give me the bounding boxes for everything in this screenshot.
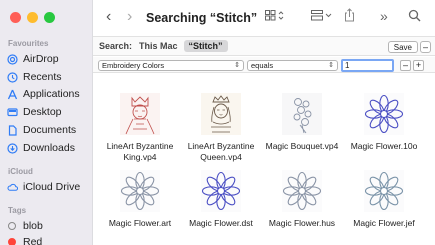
- sidebar-item-label: Recents: [23, 71, 62, 83]
- minimize-button[interactable]: [27, 12, 38, 23]
- toolbar: ‹ › Searching “Stitch” »: [93, 0, 435, 36]
- chevron-right-icon[interactable]: ›: [127, 8, 132, 26]
- download-icon: [7, 142, 18, 154]
- file-name: Magic Flower.10o: [350, 141, 418, 151]
- more-icon[interactable]: »: [380, 8, 388, 24]
- embroidery-queen-icon: [201, 93, 241, 135]
- file-name: Magic Flower.dst: [189, 218, 253, 228]
- embroidery-flower-icon: [364, 170, 404, 212]
- chevron-updown-icon: ⇕: [234, 62, 240, 69]
- sidebar-item-label: iCloud Drive: [23, 181, 81, 193]
- icloud-heading: iCloud: [8, 167, 33, 176]
- file-name: LineArt Byzantine King.vp4: [106, 141, 174, 162]
- embroidery-flower-icon: [364, 93, 404, 135]
- group-icon[interactable]: [311, 10, 333, 24]
- sidebar-tag-blob[interactable]: blob: [7, 218, 43, 234]
- applications-icon: [7, 89, 18, 100]
- file-item[interactable]: Magic Flower.10o: [343, 92, 425, 152]
- file-name: Magic Flower.jef: [353, 218, 415, 228]
- sidebar-item-applications[interactable]: Applications: [7, 86, 80, 102]
- operator-select[interactable]: equals ⇕: [247, 60, 338, 71]
- chevron-updown-icon: ⇕: [328, 62, 334, 69]
- save-button[interactable]: Save: [387, 41, 418, 53]
- file-grid: LineArt Byzantine King.vp4 LineArt Byzan…: [93, 74, 435, 245]
- chevron-left-icon[interactable]: ‹: [106, 8, 111, 26]
- sidebar-item-icloud-drive[interactable]: iCloud Drive: [7, 179, 80, 195]
- file-name: Magic Flower.art: [108, 218, 172, 228]
- window-title: Searching “Stitch”: [146, 11, 258, 25]
- attribute-select[interactable]: Embroidery Colors ⇕: [98, 60, 244, 71]
- cloud-icon: [7, 182, 18, 193]
- desktop-icon: [7, 107, 18, 118]
- file-item[interactable]: LineArt Byzantine King.vp4: [99, 92, 181, 163]
- remove-search-button[interactable]: –: [420, 41, 431, 53]
- sidebar-item-label: blob: [23, 220, 43, 232]
- embroidery-flower-icon: [120, 170, 160, 212]
- share-icon[interactable]: [344, 8, 355, 25]
- file-item[interactable]: Magic Flower.art: [99, 169, 181, 229]
- file-name: Magic Flower.hus: [268, 218, 336, 228]
- embroidery-king-icon: [120, 93, 160, 135]
- file-name: Magic Bouquet.vp4: [265, 141, 339, 151]
- zoom-button[interactable]: [44, 12, 55, 23]
- sidebar-tag-red[interactable]: Red: [7, 234, 42, 245]
- sidebar-item-recents[interactable]: Recents: [7, 69, 62, 85]
- add-criteria-button[interactable]: +: [413, 60, 424, 71]
- search-criteria-row: Embroidery Colors ⇕ equals ⇕ 1 – +: [93, 57, 435, 73]
- sidebar-item-label: Desktop: [23, 106, 62, 118]
- file-item[interactable]: Magic Bouquet.vp4: [261, 92, 343, 152]
- file-item[interactable]: LineArt Byzantine Queen.vp4: [180, 92, 262, 163]
- sidebar-item-label: AirDrop: [23, 53, 59, 65]
- tag-color-dot: [8, 238, 16, 245]
- clock-icon: [7, 71, 18, 83]
- operator-select-value: equals: [251, 61, 274, 70]
- sidebar-item-label: Downloads: [23, 142, 75, 154]
- search-scope-bar: Search: This Mac “Stitch” Save –: [93, 36, 435, 56]
- file-name: LineArt Byzantine Queen.vp4: [187, 141, 255, 162]
- airdrop-icon: [7, 53, 18, 65]
- sidebar-item-label: Documents: [23, 124, 77, 136]
- window-controls: [10, 12, 55, 23]
- attribute-select-value: Embroidery Colors: [102, 61, 165, 70]
- scope-this-mac[interactable]: This Mac: [139, 41, 178, 51]
- finder-window: Favourites AirDrop Recents Applications …: [0, 0, 435, 245]
- sidebar-item-documents[interactable]: Documents: [7, 122, 76, 138]
- document-icon: [7, 124, 18, 136]
- sidebar-item-label: Red: [23, 236, 43, 245]
- file-item[interactable]: Magic Flower.jef: [343, 169, 425, 229]
- favourites-heading: Favourites: [8, 39, 49, 48]
- tags-heading: Tags: [8, 206, 27, 215]
- sidebar-item-label: Applications: [23, 88, 80, 100]
- grid-view-icon[interactable]: [265, 10, 285, 24]
- close-button[interactable]: [10, 12, 21, 23]
- file-item[interactable]: Magic Flower.hus: [261, 169, 343, 229]
- sidebar: Favourites AirDrop Recents Applications …: [0, 0, 93, 245]
- criteria-value-input[interactable]: 1: [341, 59, 394, 72]
- search-label: Search:: [99, 41, 133, 51]
- remove-criteria-button[interactable]: –: [400, 60, 411, 71]
- embroidery-flower-icon: [201, 170, 241, 212]
- sidebar-item-airdrop[interactable]: AirDrop: [7, 51, 59, 67]
- tag-color-dot: [8, 222, 16, 230]
- sidebar-item-desktop[interactable]: Desktop: [7, 104, 62, 120]
- embroidery-bouquet-icon: [282, 93, 322, 135]
- search-icon[interactable]: [408, 9, 421, 25]
- scope-query[interactable]: “Stitch”: [183, 40, 228, 52]
- embroidery-flower-icon: [282, 170, 322, 212]
- file-item[interactable]: Magic Flower.dst: [180, 169, 262, 229]
- sidebar-item-downloads[interactable]: Downloads: [7, 140, 75, 156]
